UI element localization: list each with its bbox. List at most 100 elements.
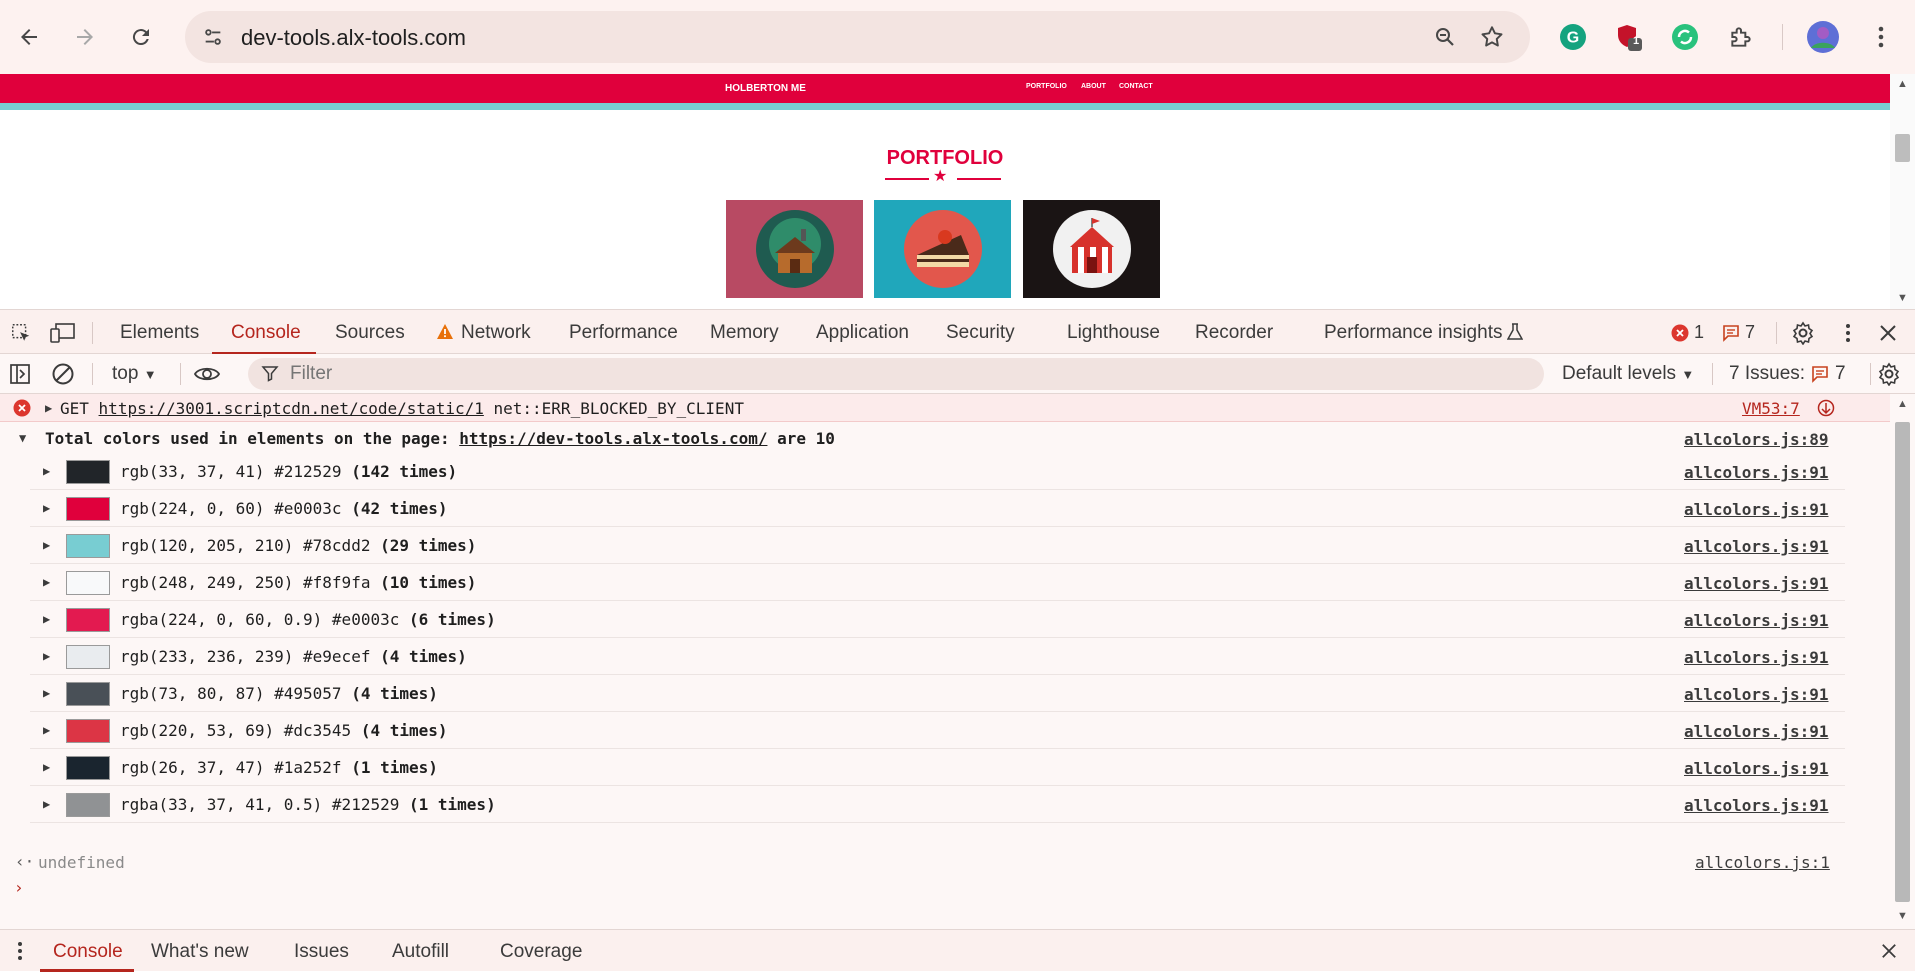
scroll-down-arrow-icon[interactable]: ▼ bbox=[1897, 910, 1908, 922]
expand-triangle-icon[interactable]: ▶ bbox=[43, 649, 50, 663]
group-source-link[interactable]: allcolors.js:89 bbox=[1684, 430, 1829, 449]
network-request-icon[interactable] bbox=[1817, 399, 1835, 417]
color-source-link[interactable]: allcolors.js:91 bbox=[1684, 648, 1829, 667]
settings-gear-icon[interactable] bbox=[1788, 318, 1818, 348]
portfolio-tile-cake[interactable] bbox=[874, 200, 1011, 298]
sidebar-toggle-icon[interactable] bbox=[5, 359, 35, 389]
expand-triangle-icon[interactable]: ▶ bbox=[43, 686, 50, 700]
profile-avatar[interactable] bbox=[1804, 18, 1842, 56]
page-scrollbar[interactable]: ▲ ▼ bbox=[1890, 74, 1915, 309]
address-bar[interactable]: dev-tools.alx-tools.com bbox=[185, 11, 1530, 63]
color-row[interactable]: ▶ rgb(33, 37, 41) #212529 (142 times) allc… bbox=[30, 453, 1845, 490]
sync-extension-icon[interactable] bbox=[1666, 18, 1704, 56]
drawer-menu-icon[interactable] bbox=[5, 936, 35, 966]
console-prompt-icon[interactable]: › bbox=[14, 878, 24, 897]
color-source-link[interactable]: allcolors.js:91 bbox=[1684, 500, 1829, 519]
message-counter[interactable]: 7 bbox=[1722, 322, 1755, 343]
page-scroll-thumb[interactable] bbox=[1895, 134, 1910, 162]
tab-application[interactable]: Application bbox=[816, 322, 909, 344]
context-selector[interactable]: top ▼ bbox=[112, 363, 157, 385]
portfolio-tile-cabin[interactable] bbox=[726, 200, 863, 298]
color-source-link[interactable]: allcolors.js:91 bbox=[1684, 685, 1829, 704]
color-source-link[interactable]: allcolors.js:91 bbox=[1684, 574, 1829, 593]
console-scrollbar[interactable]: ▲ ▼ bbox=[1890, 394, 1915, 929]
expand-triangle-icon[interactable]: ▶ bbox=[43, 575, 50, 589]
close-devtools-icon[interactable] bbox=[1873, 318, 1903, 348]
site-info-icon[interactable] bbox=[195, 19, 231, 55]
tab-recorder[interactable]: Recorder bbox=[1195, 322, 1273, 344]
expand-triangle-icon[interactable]: ▶ bbox=[43, 538, 50, 552]
collapse-triangle-icon[interactable]: ▼ bbox=[19, 431, 26, 445]
expand-triangle-icon[interactable]: ▶ bbox=[43, 760, 50, 774]
tab-elements[interactable]: Elements bbox=[120, 322, 199, 344]
color-source-link[interactable]: allcolors.js:91 bbox=[1684, 722, 1829, 741]
issues-button[interactable]: 7 Issues: 7 bbox=[1729, 363, 1846, 385]
site-nav-portfolio[interactable]: PORTFOLIO bbox=[1026, 83, 1067, 90]
close-drawer-icon[interactable] bbox=[1874, 936, 1904, 966]
tab-memory[interactable]: Memory bbox=[710, 322, 779, 344]
console-filter[interactable] bbox=[248, 358, 1544, 390]
color-row[interactable]: ▶ rgb(224, 0, 60) #e0003c (42 times) allco… bbox=[30, 490, 1845, 527]
console-scroll-thumb[interactable] bbox=[1895, 422, 1910, 902]
back-button[interactable] bbox=[6, 14, 52, 60]
color-row[interactable]: ▶ rgb(220, 53, 69) #dc3545 (4 times) allco… bbox=[30, 712, 1845, 749]
expand-triangle-icon[interactable]: ▶ bbox=[43, 797, 50, 811]
tab-lighthouse[interactable]: Lighthouse bbox=[1067, 322, 1160, 344]
return-source-link[interactable]: allcolors.js:1 bbox=[1695, 853, 1830, 872]
console-group-header[interactable]: ▼ Total colors used in elements on the p… bbox=[0, 423, 1890, 453]
tab-sources[interactable]: Sources bbox=[335, 322, 405, 344]
site-brand[interactable]: HOLBERTON ME bbox=[725, 83, 806, 94]
tab-performance-insights[interactable]: Performance insights bbox=[1324, 322, 1502, 344]
inspect-element-icon[interactable] bbox=[6, 318, 36, 348]
error-url-link[interactable]: https://3001.scriptcdn.net/code/static/1 bbox=[99, 399, 484, 418]
devtools-menu-icon[interactable] bbox=[1833, 318, 1863, 348]
extensions-puzzle-icon[interactable] bbox=[1722, 18, 1760, 56]
browser-menu-icon[interactable] bbox=[1862, 18, 1900, 56]
color-row[interactable]: ▶ rgb(120, 205, 210) #78cdd2 (29 times) al… bbox=[30, 527, 1845, 564]
drawer-tab-coverage[interactable]: Coverage bbox=[500, 941, 582, 963]
color-source-link[interactable]: allcolors.js:91 bbox=[1684, 796, 1829, 815]
tab-console[interactable]: Console bbox=[231, 322, 301, 344]
log-levels-dropdown[interactable]: Default levels ▼ bbox=[1562, 363, 1694, 385]
grammarly-icon[interactable]: G bbox=[1554, 18, 1592, 56]
color-row[interactable]: ▶ rgb(233, 236, 239) #e9ecef (4 times) all… bbox=[30, 638, 1845, 675]
color-source-link[interactable]: allcolors.js:91 bbox=[1684, 537, 1829, 556]
error-source-link[interactable]: VM53:7 bbox=[1742, 399, 1800, 418]
clear-console-icon[interactable] bbox=[48, 359, 78, 389]
tab-security[interactable]: Security bbox=[946, 322, 1015, 344]
zoom-icon[interactable] bbox=[1428, 20, 1462, 54]
bookmark-star-icon[interactable] bbox=[1475, 20, 1509, 54]
expand-triangle-icon[interactable]: ▶ bbox=[43, 464, 50, 478]
portfolio-tile-circus[interactable] bbox=[1023, 200, 1160, 298]
site-nav-about[interactable]: ABOUT bbox=[1081, 83, 1106, 90]
scroll-down-arrow-icon[interactable]: ▼ bbox=[1897, 292, 1908, 304]
color-source-link[interactable]: allcolors.js:91 bbox=[1684, 463, 1829, 482]
color-source-link[interactable]: allcolors.js:91 bbox=[1684, 611, 1829, 630]
tab-performance[interactable]: Performance bbox=[569, 322, 678, 344]
expand-triangle-icon[interactable]: ▶ bbox=[43, 501, 50, 515]
site-nav-contact[interactable]: CONTACT bbox=[1119, 83, 1153, 90]
device-toolbar-icon[interactable] bbox=[48, 318, 78, 348]
scroll-up-arrow-icon[interactable]: ▲ bbox=[1897, 78, 1908, 90]
color-row[interactable]: ▶ rgba(33, 37, 41, 0.5) #212529 (1 times)… bbox=[30, 786, 1845, 823]
expand-triangle-icon[interactable]: ▶ bbox=[43, 723, 50, 737]
group-url-link[interactable]: https://dev-tools.alx-tools.com/ bbox=[459, 429, 767, 448]
expand-triangle-icon[interactable]: ▶ bbox=[45, 401, 52, 415]
filter-input[interactable] bbox=[290, 362, 1490, 386]
forward-button[interactable] bbox=[62, 14, 108, 60]
live-expression-eye-icon[interactable] bbox=[192, 359, 222, 389]
console-settings-gear-icon[interactable] bbox=[1874, 359, 1904, 389]
color-row[interactable]: ▶ rgb(26, 37, 47) #1a252f (1 times) allcol… bbox=[30, 749, 1845, 786]
reload-button[interactable] bbox=[118, 14, 164, 60]
color-row[interactable]: ▶ rgb(248, 249, 250) #f8f9fa (10 times) al… bbox=[30, 564, 1845, 601]
drawer-tab-issues[interactable]: Issues bbox=[294, 941, 349, 963]
drawer-tab-console[interactable]: Console bbox=[53, 941, 123, 963]
drawer-tab-autofill[interactable]: Autofill bbox=[392, 941, 449, 963]
expand-triangle-icon[interactable]: ▶ bbox=[43, 612, 50, 626]
url-text[interactable]: dev-tools.alx-tools.com bbox=[241, 25, 466, 51]
error-counter[interactable]: 1 bbox=[1671, 322, 1704, 343]
color-row[interactable]: ▶ rgba(224, 0, 60, 0.9) #e0003c (6 times)… bbox=[30, 601, 1845, 638]
scroll-up-arrow-icon[interactable]: ▲ bbox=[1897, 398, 1908, 410]
color-source-link[interactable]: allcolors.js:91 bbox=[1684, 759, 1829, 778]
tab-network[interactable]: Network bbox=[461, 322, 531, 344]
